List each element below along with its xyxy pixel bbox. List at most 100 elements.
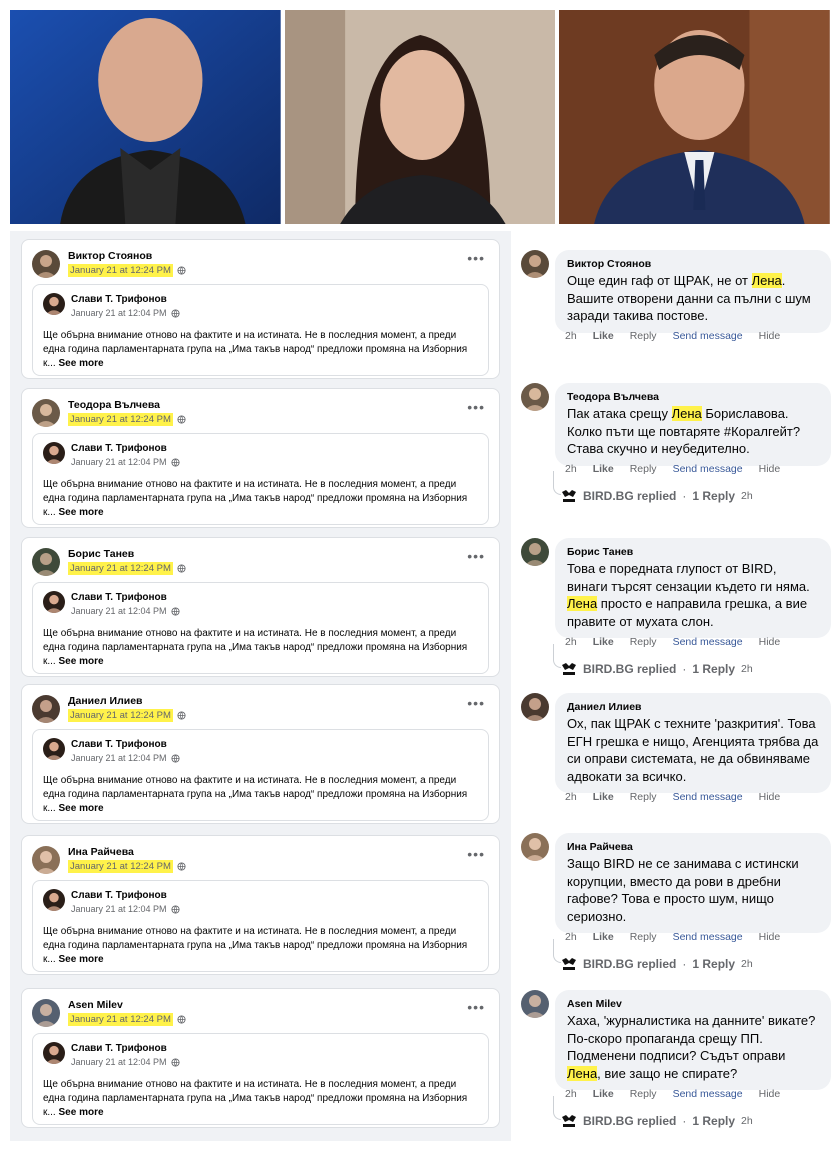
send-message-button[interactable]: Send message (673, 791, 743, 803)
shared-author[interactable]: Слави Т. Трифонов (71, 1043, 167, 1054)
comment-author[interactable]: Виктор Стоянов (567, 258, 819, 270)
shared-author[interactable]: Слави Т. Трифонов (71, 443, 167, 454)
avatar[interactable] (521, 693, 549, 721)
more-options-icon[interactable]: ••• (467, 695, 485, 711)
avatar[interactable] (43, 293, 65, 315)
hide-button[interactable]: Hide (759, 1088, 781, 1100)
replied-by-page[interactable]: BIRD.BG replied (583, 489, 676, 503)
shared-author[interactable]: Слави Т. Трифонов (71, 294, 167, 305)
avatar[interactable] (32, 250, 60, 278)
send-message-button[interactable]: Send message (673, 931, 743, 943)
send-message-button[interactable]: Send message (673, 330, 743, 342)
replied-by-page[interactable]: BIRD.BG replied (583, 662, 676, 676)
replied-by-page[interactable]: BIRD.BG replied (583, 957, 676, 971)
more-options-icon[interactable]: ••• (467, 999, 485, 1015)
reply-count[interactable]: 1 Reply (692, 1114, 735, 1128)
hide-button[interactable]: Hide (759, 931, 781, 943)
avatar[interactable] (43, 738, 65, 760)
avatar[interactable] (521, 250, 549, 278)
send-message-button[interactable]: Send message (673, 636, 743, 648)
avatar[interactable] (43, 442, 65, 464)
hide-button[interactable]: Hide (759, 636, 781, 648)
hide-button[interactable]: Hide (759, 463, 781, 475)
reply-button[interactable]: Reply (630, 636, 657, 648)
post-date[interactable]: January 21 at 12:24 PM (68, 860, 173, 873)
comment-author[interactable]: Asen Milev (567, 998, 819, 1010)
shared-date[interactable]: January 21 at 12:04 PM (71, 606, 167, 616)
shared-date[interactable]: January 21 at 12:04 PM (71, 904, 167, 914)
shared-author[interactable]: Слави Т. Трифонов (71, 739, 167, 750)
post-date[interactable]: January 21 at 12:24 PM (68, 709, 173, 722)
reply-count[interactable]: 1 Reply (692, 957, 735, 971)
reply-button[interactable]: Reply (630, 1088, 657, 1100)
shared-date[interactable]: January 21 at 12:04 PM (71, 308, 167, 318)
shared-original-post[interactable]: Слави Т. Трифонов January 21 at 12:04 PM… (32, 880, 489, 972)
avatar[interactable] (521, 833, 549, 861)
reply-count[interactable]: 1 Reply (692, 489, 735, 503)
post-author[interactable]: Борис Танев (68, 548, 134, 560)
shared-original-post[interactable]: Слави Т. Трифонов January 21 at 12:04 PM… (32, 729, 489, 821)
avatar[interactable] (32, 999, 60, 1027)
see-more-link[interactable]: See more (59, 1107, 104, 1118)
like-button[interactable]: Like (593, 1088, 614, 1100)
more-options-icon[interactable]: ••• (467, 548, 485, 564)
send-message-button[interactable]: Send message (673, 1088, 743, 1100)
avatar[interactable] (43, 591, 65, 613)
replies-link[interactable]: BIRD.BG replied · 1 Reply 2h (553, 1096, 753, 1128)
post-author[interactable]: Даниел Илиев (68, 695, 143, 707)
post-author[interactable]: Ина Райчева (68, 846, 134, 858)
reply-button[interactable]: Reply (630, 463, 657, 475)
more-options-icon[interactable]: ••• (467, 250, 485, 266)
avatar[interactable] (32, 695, 60, 723)
like-button[interactable]: Like (593, 931, 614, 943)
see-more-link[interactable]: See more (59, 803, 104, 814)
shared-author[interactable]: Слави Т. Трифонов (71, 890, 167, 901)
more-options-icon[interactable]: ••• (467, 846, 485, 862)
avatar[interactable] (43, 889, 65, 911)
avatar[interactable] (43, 1042, 65, 1064)
comment-author[interactable]: Борис Танев (567, 546, 819, 558)
comment-author[interactable]: Даниел Илиев (567, 701, 819, 713)
avatar[interactable] (32, 548, 60, 576)
shared-original-post[interactable]: Слави Т. Трифонов January 21 at 12:04 PM… (32, 582, 489, 674)
avatar[interactable] (32, 399, 60, 427)
post-author[interactable]: Теодора Вълчева (68, 399, 160, 411)
like-button[interactable]: Like (593, 636, 614, 648)
hide-button[interactable]: Hide (759, 330, 781, 342)
post-date[interactable]: January 21 at 12:24 PM (68, 264, 173, 277)
shared-author[interactable]: Слави Т. Трифонов (71, 592, 167, 603)
reply-button[interactable]: Reply (630, 931, 657, 943)
see-more-link[interactable]: See more (59, 358, 104, 369)
post-author[interactable]: Виктор Стоянов (68, 250, 152, 262)
shared-date[interactable]: January 21 at 12:04 PM (71, 457, 167, 467)
hide-button[interactable]: Hide (759, 791, 781, 803)
avatar[interactable] (521, 990, 549, 1018)
like-button[interactable]: Like (593, 330, 614, 342)
replies-link[interactable]: BIRD.BG replied · 1 Reply 2h (553, 644, 753, 676)
avatar[interactable] (521, 538, 549, 566)
like-button[interactable]: Like (593, 463, 614, 475)
replies-link[interactable]: BIRD.BG replied · 1 Reply 2h (553, 939, 753, 971)
post-date[interactable]: January 21 at 12:24 PM (68, 562, 173, 575)
see-more-link[interactable]: See more (59, 656, 104, 667)
see-more-link[interactable]: See more (59, 507, 104, 518)
shared-date[interactable]: January 21 at 12:04 PM (71, 1057, 167, 1067)
shared-original-post[interactable]: Слави Т. Трифонов January 21 at 12:04 PM… (32, 433, 489, 525)
post-date[interactable]: January 21 at 12:24 PM (68, 1013, 173, 1026)
more-options-icon[interactable]: ••• (467, 399, 485, 415)
shared-original-post[interactable]: Слави Т. Трифонов January 21 at 12:04 PM… (32, 1033, 489, 1125)
replies-link[interactable]: BIRD.BG replied · 1 Reply 2h (553, 471, 753, 503)
post-date[interactable]: January 21 at 12:24 PM (68, 413, 173, 426)
reply-button[interactable]: Reply (630, 330, 657, 342)
see-more-link[interactable]: See more (59, 954, 104, 965)
comment-author[interactable]: Теодора Вълчева (567, 391, 819, 403)
reply-button[interactable]: Reply (630, 791, 657, 803)
avatar[interactable] (521, 383, 549, 411)
avatar[interactable] (32, 846, 60, 874)
shared-date[interactable]: January 21 at 12:04 PM (71, 753, 167, 763)
shared-original-post[interactable]: Слави Т. Трифонов January 21 at 12:04 PM… (32, 284, 489, 376)
post-author[interactable]: Asen Milev (68, 999, 123, 1011)
like-button[interactable]: Like (593, 791, 614, 803)
reply-count[interactable]: 1 Reply (692, 662, 735, 676)
comment-author[interactable]: Ина Райчева (567, 841, 819, 853)
